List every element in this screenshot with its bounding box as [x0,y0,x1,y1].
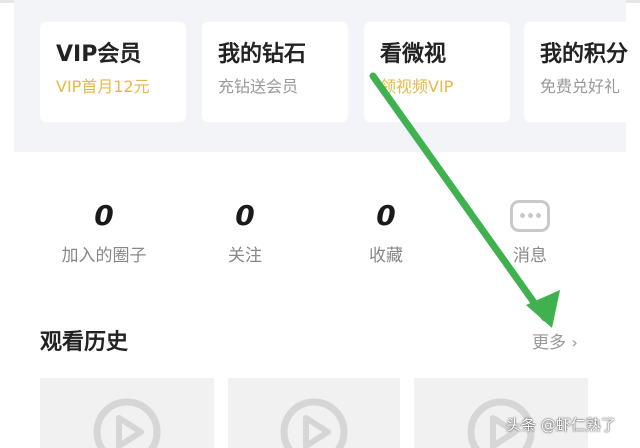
annotation-arrow [369,72,560,328]
watermark: 头条 @虾仁熟了 [506,416,616,434]
